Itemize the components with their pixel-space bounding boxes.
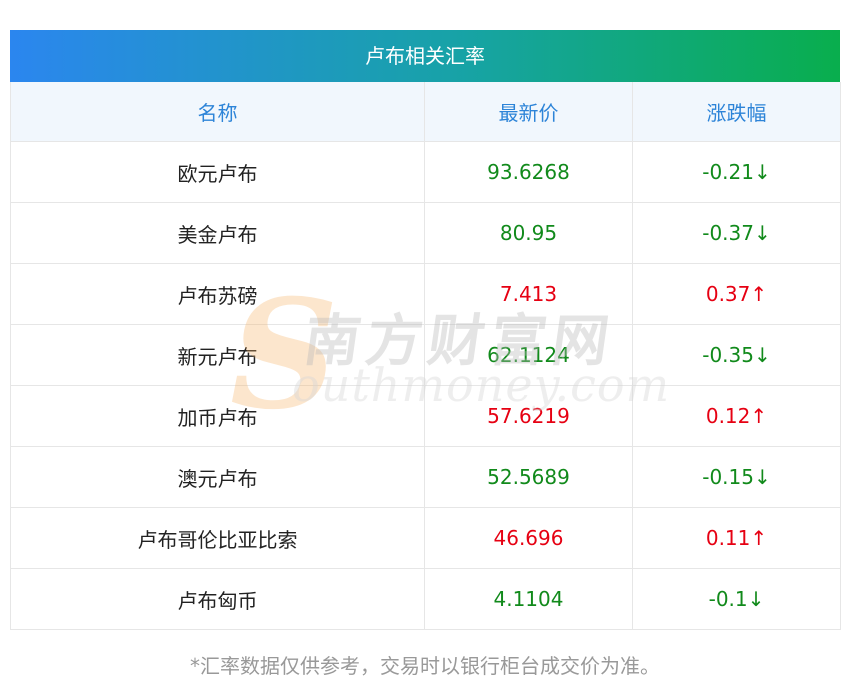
cell-change: -0.1↓ xyxy=(632,568,841,630)
cell-price: 93.6268 xyxy=(424,141,633,203)
cell-change: -0.21↓ xyxy=(632,141,841,203)
cell-name: 卢布哥伦比亚比索 xyxy=(10,507,425,569)
cell-price: 57.6219 xyxy=(424,385,633,447)
cell-name: 新元卢布 xyxy=(10,324,425,386)
cell-price: 62.1124 xyxy=(424,324,633,386)
cell-price: 4.1104 xyxy=(424,568,633,630)
table-row: 卢布苏磅 7.413 0.37↑ xyxy=(10,263,841,325)
cell-name: 加币卢布 xyxy=(10,385,425,447)
table-row: 美金卢布 80.95 -0.37↓ xyxy=(10,202,841,264)
header-latest-price: 最新价 xyxy=(424,82,633,142)
cell-price: 7.413 xyxy=(424,263,633,325)
table-row: 欧元卢布 93.6268 -0.21↓ xyxy=(10,141,841,203)
table-row: 加币卢布 57.6219 0.12↑ xyxy=(10,385,841,447)
footnote: *汇率数据仅供参考，交易时以银行柜台成交价为准。 xyxy=(190,654,660,678)
header-name: 名称 xyxy=(10,82,425,142)
exchange-rate-card: 卢布相关汇率 名称 最新价 涨跌幅 欧元卢布 93.6268 -0.21↓ 美金卢布 8… xyxy=(10,30,841,630)
cell-change: -0.35↓ xyxy=(632,324,841,386)
cell-name: 卢布苏磅 xyxy=(10,263,425,325)
cell-price: 46.696 xyxy=(424,507,633,569)
cell-price: 80.95 xyxy=(424,202,633,264)
table-header-row: 名称 最新价 涨跌幅 xyxy=(10,82,841,142)
cell-change: 0.37↑ xyxy=(632,263,841,325)
table-row: 澳元卢布 52.5689 -0.15↓ xyxy=(10,446,841,508)
table-title: 卢布相关汇率 xyxy=(10,30,840,82)
cell-name: 欧元卢布 xyxy=(10,141,425,203)
header-change: 涨跌幅 xyxy=(632,82,841,142)
cell-name: 美金卢布 xyxy=(10,202,425,264)
cell-name: 卢布匈币 xyxy=(10,568,425,630)
table-row: 卢布匈币 4.1104 -0.1↓ xyxy=(10,568,841,630)
cell-name: 澳元卢布 xyxy=(10,446,425,508)
table-row: 卢布哥伦比亚比索 46.696 0.11↑ xyxy=(10,507,841,569)
cell-price: 52.5689 xyxy=(424,446,633,508)
cell-change: -0.37↓ xyxy=(632,202,841,264)
table-row: 新元卢布 62.1124 -0.35↓ xyxy=(10,324,841,386)
exchange-rate-table: 名称 最新价 涨跌幅 欧元卢布 93.6268 -0.21↓ 美金卢布 80.95 -0.… xyxy=(10,82,841,630)
cell-change: 0.12↑ xyxy=(632,385,841,447)
cell-change: -0.15↓ xyxy=(632,446,841,508)
cell-change: 0.11↑ xyxy=(632,507,841,569)
